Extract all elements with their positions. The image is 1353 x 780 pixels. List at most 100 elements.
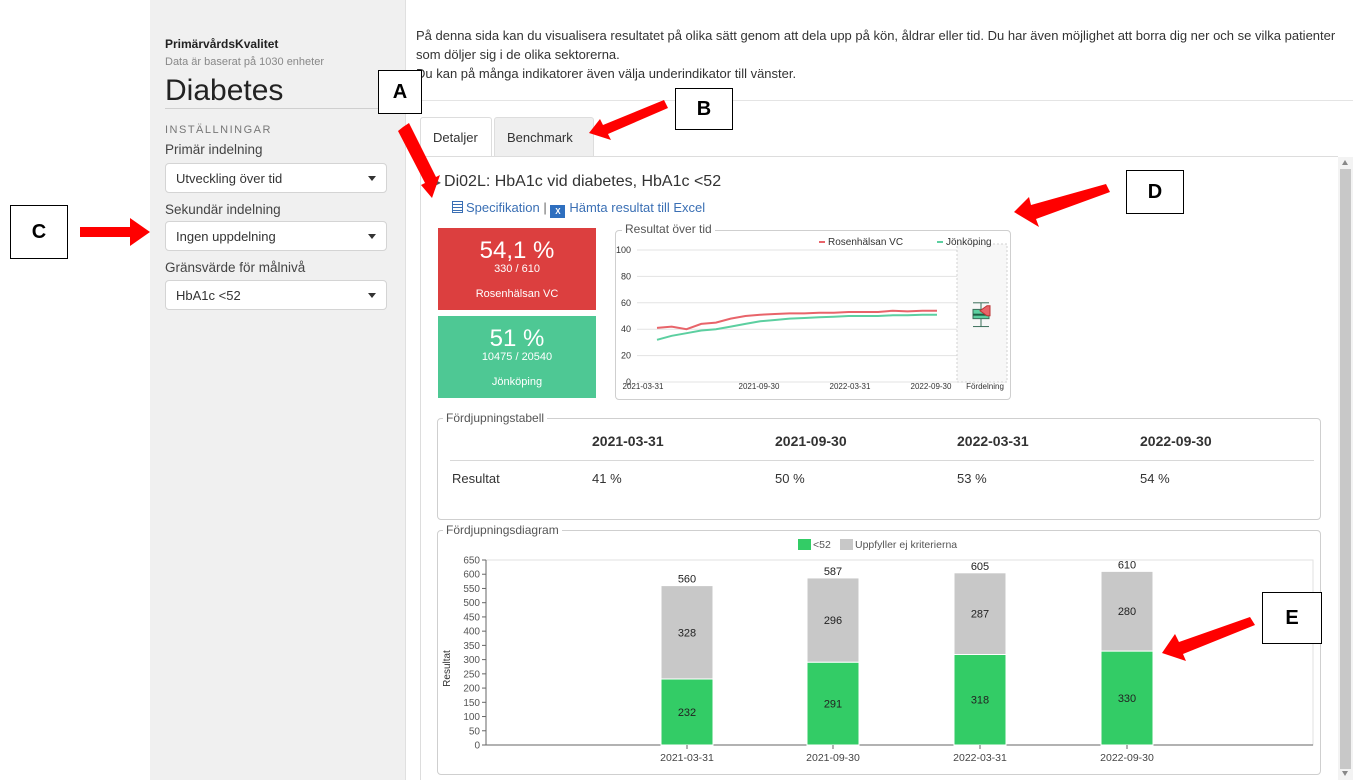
kpi-unit-card[interactable]: 54,1 % 330 / 610 Rosenhälsan VC	[438, 228, 596, 310]
annotation-label-d: D	[1126, 170, 1184, 214]
chevron-down-icon	[368, 293, 376, 298]
primary-grouping-select[interactable]: Utveckling över tid	[165, 163, 387, 193]
bar-x-tick: 2021-03-31	[660, 752, 714, 764]
table-header: 2022-03-31	[957, 433, 1029, 449]
indicator-title[interactable]: ▸ Di02L: HbA1c vid diabetes, HbA1c <52	[435, 173, 721, 191]
trend-series-line	[656, 309, 937, 331]
kpi-region-card[interactable]: 51 % 10475 / 20540 Jönköping	[438, 316, 596, 398]
arrow-icon-b	[589, 100, 668, 140]
bar-y-tick: 300	[463, 655, 480, 666]
trend-distribution-label: Fördelning	[966, 382, 1004, 391]
bar-y-tick: 450	[463, 612, 480, 623]
page-title: Diabetes	[165, 74, 284, 107]
table-row-label: Resultat	[452, 471, 500, 486]
bar-data-label: 287	[971, 609, 989, 621]
kpi-unit-percent: 54,1 %	[479, 237, 555, 264]
trend-x-tick: 2022-09-30	[911, 382, 952, 391]
kpi-region-name: Jönköping	[491, 376, 543, 388]
specification-link[interactable]: Specifikation	[466, 200, 540, 215]
table-header: 2021-03-31	[592, 433, 664, 449]
bar-legend-swatch	[798, 539, 811, 550]
secondary-grouping-select[interactable]: Ingen uppdelning	[165, 221, 387, 251]
bar-legend-label: Uppfyller ej kriterierna	[855, 539, 957, 551]
indicator-links: Specifikation | X Hämta resultat till Exc…	[452, 200, 705, 218]
arrow-icon-c	[80, 218, 150, 246]
threshold-label: Gränsvärde för målnivå	[165, 260, 306, 275]
tab-benchmark[interactable]: Benchmark	[494, 117, 594, 157]
app-subtitle: Data är baserat på 1030 enheter	[165, 56, 325, 68]
link-separator: |	[543, 200, 547, 215]
excel-download-link[interactable]: Hämta resultat till Excel	[569, 200, 705, 215]
kpi-region-fraction: 10475 / 20540	[481, 351, 553, 363]
secondary-grouping-value: Ingen uppdelning	[176, 229, 276, 244]
bar-total-label: 610	[1118, 559, 1136, 571]
settings-heading: INSTÄLLNINGAR	[165, 124, 272, 136]
bar-y-tick: 100	[463, 712, 480, 723]
bar-data-label: 280	[1118, 606, 1136, 618]
intro-divider	[406, 100, 1353, 101]
bar-total-label: 605	[971, 561, 989, 573]
trend-x-tick: 2021-09-30	[739, 382, 780, 391]
drilldown-chart: 650600550500450400350300250200150100500R…	[442, 539, 1314, 764]
document-icon	[452, 201, 463, 213]
bar-y-tick: 500	[463, 598, 480, 609]
bar-x-tick: 2022-09-30	[1100, 752, 1154, 764]
bar-x-tick: 2022-03-31	[953, 752, 1007, 764]
bar-y-tick: 650	[463, 556, 480, 567]
annotation-label-b: B	[675, 88, 733, 130]
bar-data-label: 328	[678, 627, 696, 639]
scroll-down-icon[interactable]	[1342, 771, 1348, 776]
kpi-region-percent: 51 %	[489, 325, 545, 352]
bar-data-label: 330	[1118, 693, 1136, 705]
intro-text: På denna sida kan du visualisera resulta…	[416, 26, 1336, 83]
bar-y-tick: 0	[474, 741, 480, 752]
primary-grouping-value: Utveckling över tid	[176, 171, 283, 186]
bar-legend-swatch	[840, 539, 853, 550]
table-cell: 54 %	[1140, 471, 1170, 486]
chevron-down-icon	[368, 234, 376, 239]
trend-y-tick: 20	[621, 351, 631, 361]
scrollbar[interactable]	[1338, 157, 1353, 780]
table-cell: 41 %	[592, 471, 622, 486]
trend-x-tick: 2021-03-31	[623, 382, 664, 391]
bar-data-label: 291	[824, 699, 842, 711]
kpi-unit-name: Rosenhälsan VC	[475, 288, 559, 300]
trend-legend-label: Jönköping	[946, 237, 992, 248]
intro-line-1: På denna sida kan du visualisera resulta…	[416, 28, 1336, 62]
drilldown-table-legend-title: Fördjupningstabell	[443, 411, 548, 425]
trend-x-tick: 2022-03-31	[830, 382, 871, 391]
annotation-label-a: A	[378, 70, 422, 114]
bar-data-label: 232	[678, 707, 696, 719]
secondary-grouping-label: Sekundär indelning	[165, 202, 281, 217]
indicator-title-text: Di02L: HbA1c vid diabetes, HbA1c <52	[444, 173, 722, 190]
table-header: 2022-09-30	[1140, 433, 1212, 449]
threshold-select[interactable]: HbA1c <52	[165, 280, 387, 310]
bar-total-label: 587	[824, 566, 842, 578]
bar-y-tick: 600	[463, 570, 480, 581]
bar-data-label: 318	[971, 695, 989, 707]
bar-legend-label: <52	[813, 539, 831, 551]
title-divider	[165, 108, 389, 109]
tab-details[interactable]: Detaljer	[420, 117, 492, 157]
excel-icon: X	[550, 205, 566, 218]
trend-y-tick: 80	[621, 271, 631, 281]
bar-plot-frame	[485, 559, 1314, 746]
bar-y-axis-label: Resultat	[442, 650, 453, 687]
table-header: 2021-09-30	[775, 433, 847, 449]
bar-y-tick: 350	[463, 641, 480, 652]
chevron-down-icon	[368, 176, 376, 181]
threshold-value: HbA1c <52	[176, 288, 241, 303]
table-cell: 50 %	[775, 471, 805, 486]
primary-grouping-label: Primär indelning	[165, 142, 263, 157]
scroll-thumb[interactable]	[1340, 169, 1351, 769]
trend-legend-label: Rosenhälsan VC	[828, 237, 903, 248]
scroll-up-icon[interactable]	[1342, 160, 1348, 165]
table-cell: 53 %	[957, 471, 987, 486]
annotation-label-c: C	[10, 205, 68, 259]
bar-total-label: 560	[678, 574, 696, 586]
bar-y-tick: 400	[463, 627, 480, 638]
app-name: PrimärvårdsKvalitet	[165, 37, 279, 51]
trend-y-tick: 40	[621, 324, 631, 334]
trend-chart: 1008060402002021-03-31 2021-09-30 2022-03-…	[616, 237, 1008, 391]
caret-right-icon: ▸	[435, 175, 442, 189]
